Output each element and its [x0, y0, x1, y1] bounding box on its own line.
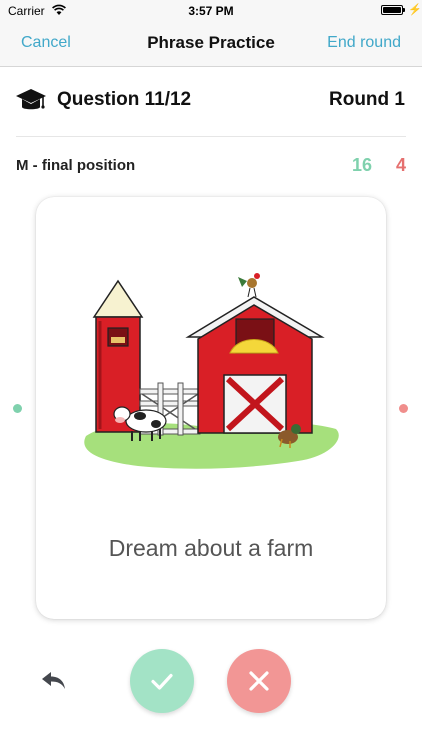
farm-illustration	[84, 273, 339, 469]
question-header: Question 11/12 Round 1	[0, 80, 422, 120]
battery-icon	[381, 5, 403, 15]
end-round-button[interactable]: End round	[327, 34, 401, 52]
x-icon	[249, 671, 269, 691]
mark-correct-button[interactable]	[130, 649, 194, 713]
checkmark-icon	[151, 673, 173, 690]
undo-icon[interactable]	[40, 668, 68, 692]
question-progress: Question 11/12	[57, 89, 192, 110]
battery-cap	[403, 8, 405, 12]
wrong-count: 4	[395, 155, 406, 175]
round-label: Round 1	[329, 89, 405, 110]
charging-icon: ⚡	[408, 4, 422, 16]
target-sound-label: M - final position	[16, 157, 136, 174]
phrase-text: Dream about a farm	[108, 535, 314, 561]
graduation-cap-icon	[16, 89, 46, 110]
correct-count: 16	[351, 155, 372, 175]
divider	[16, 136, 406, 137]
clock: 3:57 PM	[188, 4, 234, 18]
swipe-wrong-indicator	[399, 404, 408, 413]
status-bar: Carrier 3:57 PM ⚡	[0, 0, 422, 22]
swipe-correct-indicator	[13, 404, 22, 413]
phrase-card[interactable]: Dream about a farm	[36, 197, 386, 619]
navigation-bar: Cancel Phrase Practice End round	[0, 22, 422, 67]
mark-wrong-button[interactable]	[227, 649, 291, 713]
